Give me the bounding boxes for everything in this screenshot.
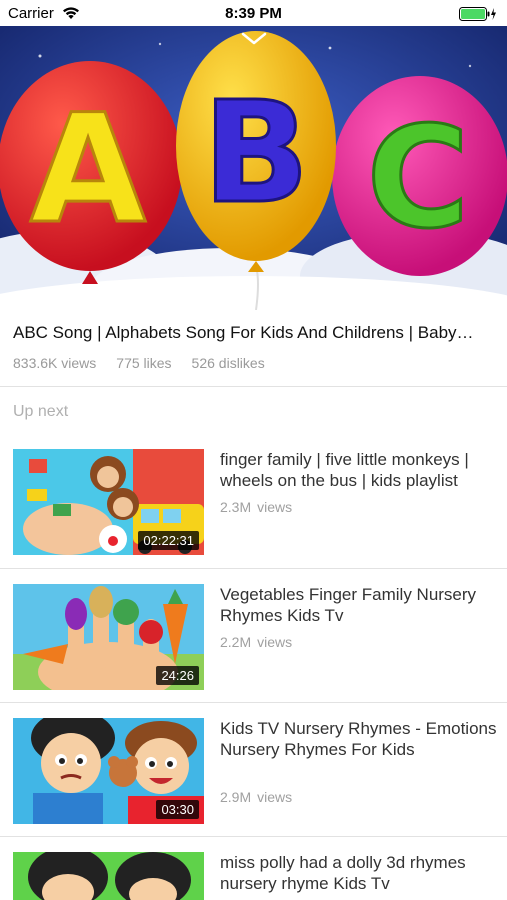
video-artwork: A C B [0, 26, 507, 310]
video-thumbnail[interactable] [13, 852, 204, 900]
list-item[interactable]: 02:22:31 finger family | five little mon… [0, 449, 507, 583]
dislike-count: 526 dislikes [191, 355, 265, 371]
item-title[interactable]: Vegetables Finger Family Nursery Rhymes … [220, 584, 500, 626]
list-item[interactable]: miss polly had a dolly 3d rhymes nursery… [0, 852, 507, 900]
chevron-down-icon[interactable] [241, 32, 267, 46]
duration-badge: 03:30 [156, 800, 199, 819]
item-title[interactable]: miss polly had a dolly 3d rhymes nursery… [220, 852, 500, 894]
duration-badge: 02:22:31 [138, 531, 199, 550]
item-title[interactable]: finger family | five little monkeys | wh… [220, 449, 500, 491]
view-count: 2.3M [220, 499, 252, 515]
like-count: 775 likes [116, 355, 172, 371]
battery-charging-icon [459, 7, 496, 21]
status-bar: Carrier 8:39 PM [0, 0, 507, 26]
balloon-letter-a: A [30, 83, 146, 257]
video-title: ABC Song | Alphabets Song For Kids And C… [13, 323, 474, 342]
video-thumbnail[interactable]: 02:22:31 [13, 449, 204, 555]
thumbnail-image [13, 852, 204, 900]
divider [0, 568, 507, 569]
divider [0, 386, 507, 387]
video-thumbnail[interactable]: 03:30 [13, 718, 204, 824]
video-thumbnail[interactable]: 24:26 [13, 584, 204, 690]
view-count: 2.9M [220, 789, 252, 805]
video-player[interactable]: A C B [0, 26, 507, 310]
view-count: 2.2M [220, 634, 252, 650]
up-next-heading: Up next [13, 403, 69, 420]
list-item[interactable]: 03:30 Kids TV Nursery Rhymes - Emotions … [0, 718, 507, 852]
status-time: 8:39 PM [225, 5, 282, 22]
views-label: views [257, 499, 293, 515]
balloon-letter-b: B [203, 72, 310, 235]
balloon-letter-c: C [367, 97, 470, 260]
item-views: 2.9M views [220, 789, 292, 805]
video-stats: 833.6K views 775 likes 526 dislikes [13, 355, 265, 371]
view-count: 833.6K views [13, 355, 97, 371]
divider [0, 836, 507, 837]
views-label: views [257, 789, 293, 805]
duration-badge: 24:26 [156, 666, 199, 685]
item-title[interactable]: Kids TV Nursery Rhymes - Emotions Nurser… [220, 718, 500, 760]
list-item[interactable]: 24:26 Vegetables Finger Family Nursery R… [0, 584, 507, 718]
divider [0, 702, 507, 703]
item-views: 2.2M views [220, 634, 292, 650]
views-label: views [257, 634, 293, 650]
item-views: 2.3M views [220, 499, 292, 515]
